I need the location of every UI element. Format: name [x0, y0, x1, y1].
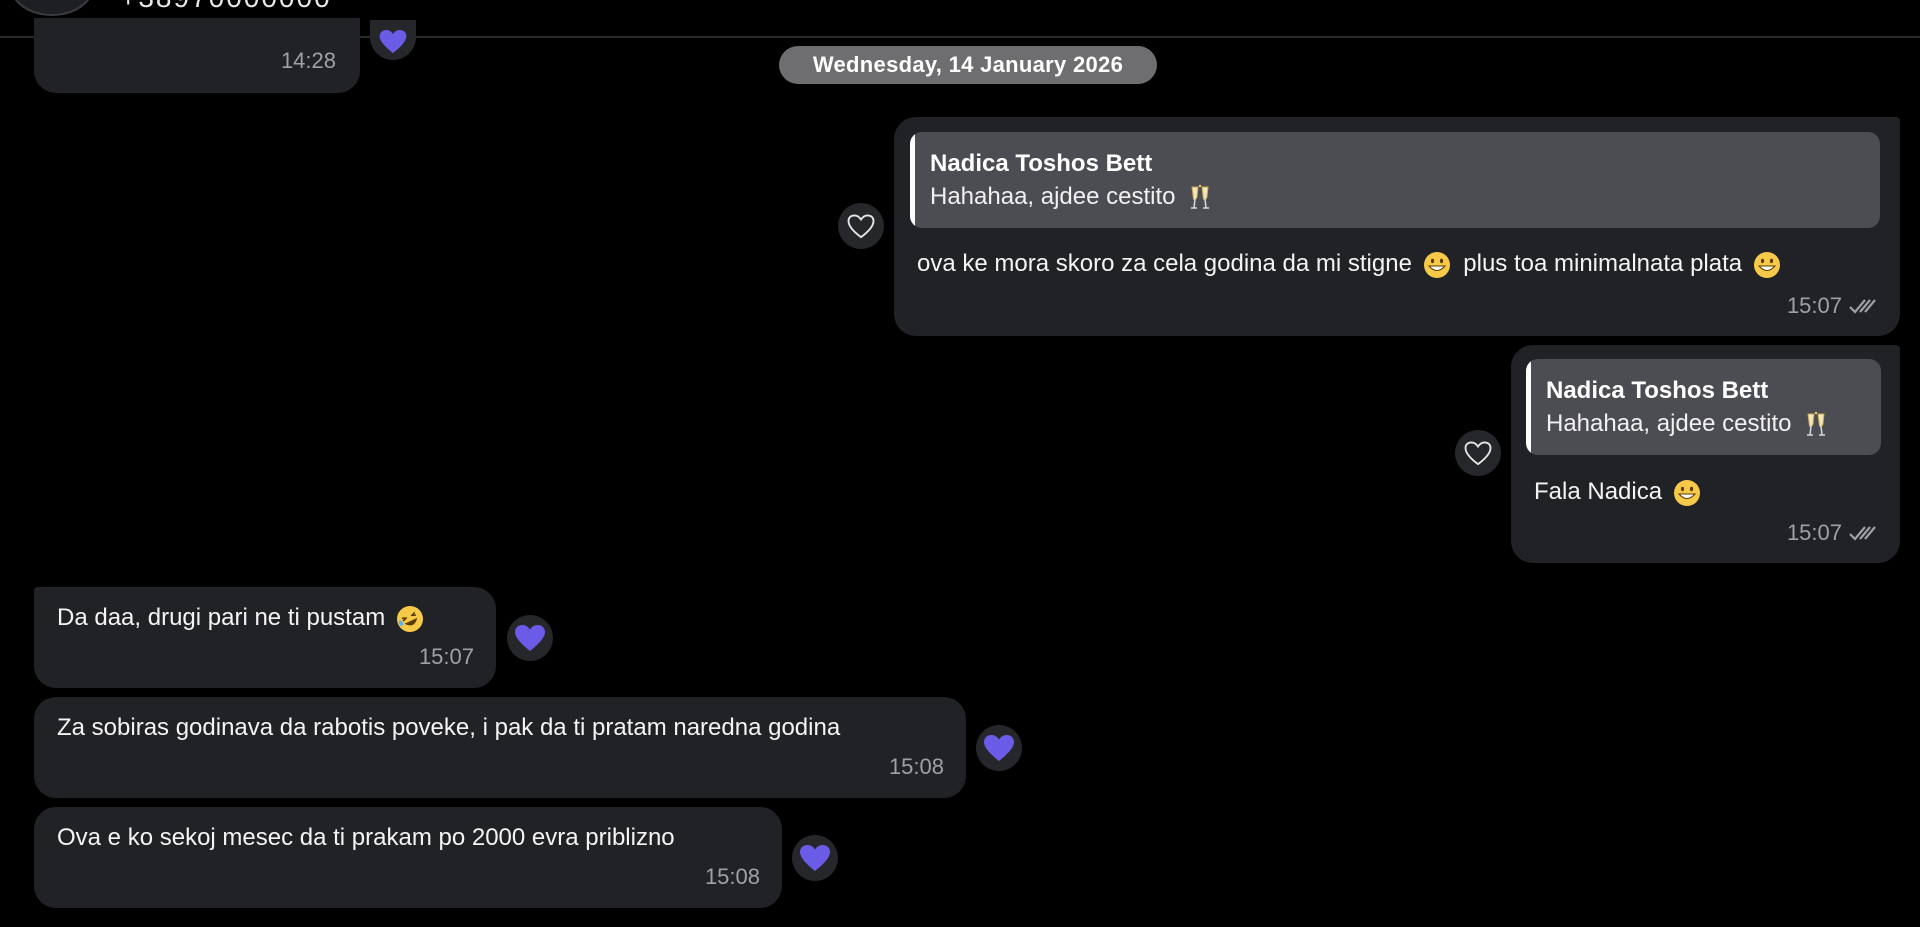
message-text: ova ke mora skoro za cela godina da mi s… [917, 250, 1781, 279]
reply-text-label: Hahahaa, ajdee cestito [930, 183, 1176, 210]
message-bubble-outgoing[interactable]: Nadica Toshos Bett Hahahaa, ajdee cestit… [1511, 345, 1900, 563]
contact-name[interactable]: +38970000000 [120, 0, 332, 14]
rolling-on-floor-laughing-icon [396, 605, 423, 632]
message-text: Za sobiras godinava da rabotis poveke, i… [57, 714, 841, 741]
reply-accent-bar [1526, 359, 1531, 455]
reply-accent-bar [910, 132, 915, 228]
clinking-glasses-icon [1191, 184, 1210, 209]
message-bubble-incoming[interactable]: Za sobiras godinava da rabotis poveke, i… [34, 697, 966, 798]
reply-sender: Nadica Toshos Bett [1546, 377, 1769, 404]
reaction-button[interactable] [838, 203, 884, 249]
reaction-button[interactable] [792, 835, 838, 881]
message-bubble-incoming[interactable]: Da daa, drugi pari ne ti pustam 15:07 [34, 587, 496, 688]
grinning-face-icon [1423, 251, 1450, 278]
double-check-icon [1849, 526, 1876, 541]
reply-text-label: Hahahaa, ajdee cestito [1546, 410, 1792, 437]
message-time: 15:08 [888, 754, 944, 779]
message-text-part-1: ova ke mora skoro za cela godina da mi s… [917, 250, 1412, 277]
message-time: 15:07 [418, 644, 474, 669]
clinking-glasses-icon [1807, 411, 1826, 436]
message-text-label: Fala Nadica [1534, 478, 1663, 505]
avatar[interactable] [10, 0, 94, 16]
reaction-button[interactable] [370, 20, 416, 60]
message-text: Da daa, drugi pari ne ti pustam [57, 604, 424, 633]
grinning-face-icon [1673, 479, 1700, 506]
purple-heart-icon [800, 844, 830, 871]
message-time: 15:07 [1786, 293, 1842, 318]
purple-heart-icon [984, 734, 1014, 761]
message-text: Fala Nadica [1534, 478, 1701, 507]
purple-heart-icon [515, 624, 545, 651]
message-time: 15:07 [1786, 520, 1842, 545]
reply-quote[interactable]: Nadica Toshos Bett Hahahaa, ajdee cestit… [1526, 359, 1881, 455]
message-time: 15:08 [704, 864, 760, 889]
double-check-icon [1849, 299, 1876, 314]
reaction-button[interactable] [976, 725, 1022, 771]
message-text: Ova e ko sekoj mesec da ti prakam po 200… [57, 824, 675, 851]
reaction-button[interactable] [507, 615, 553, 661]
date-separator: Wednesday, 14 January 2026 [779, 46, 1157, 84]
message-text-label: Da daa, drugi pari ne ti pustam [57, 604, 386, 631]
purple-heart-icon [379, 30, 407, 54]
chat-window: +38970000000 14:28 Wednesday, 14 January… [0, 0, 1920, 927]
heart-outline-icon [1464, 440, 1492, 465]
message-bubble-incoming[interactable]: 14:28 [34, 18, 360, 93]
reaction-button[interactable] [1455, 430, 1501, 476]
heart-outline-icon [847, 213, 875, 238]
reply-text: Hahahaa, ajdee cestito [1546, 410, 1830, 439]
message-text-part-2: plus toa minimalnata plata [1463, 250, 1743, 277]
reply-quote[interactable]: Nadica Toshos Bett Hahahaa, ajdee cestit… [910, 132, 1880, 228]
reply-text: Hahahaa, ajdee cestito [930, 183, 1214, 212]
reply-sender: Nadica Toshos Bett [930, 150, 1153, 177]
message-bubble-outgoing[interactable]: Nadica Toshos Bett Hahahaa, ajdee cestit… [894, 117, 1900, 336]
message-time: 14:28 [280, 48, 336, 73]
message-bubble-incoming[interactable]: Ova e ko sekoj mesec da ti prakam po 200… [34, 807, 782, 908]
grinning-face-icon [1753, 251, 1780, 278]
